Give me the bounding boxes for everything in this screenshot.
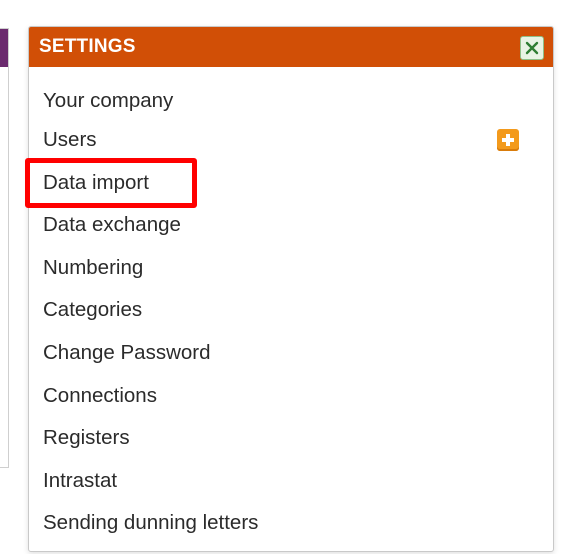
settings-header: SETTINGS [29,27,553,67]
background-panel [0,28,9,468]
menu-item-registers[interactable]: Registers [29,417,553,460]
settings-menu: Your company Users Data import Data exch… [29,67,553,545]
menu-item-your-company[interactable]: Your company [29,83,553,119]
menu-item-label: Sending dunning letters [43,511,259,535]
background-panel-header [0,29,8,67]
add-user-button[interactable] [497,129,519,151]
menu-item-label: Categories [43,298,143,322]
menu-item-intrastat[interactable]: Intrastat [29,460,553,503]
close-icon [525,41,539,55]
menu-item-label: Data exchange [43,213,181,237]
menu-item-data-exchange[interactable]: Data exchange [29,204,553,247]
menu-item-label: Your company [43,89,174,112]
menu-item-categories[interactable]: Categories [29,289,553,332]
menu-item-label: Connections [43,383,157,407]
settings-title: SETTINGS [39,36,136,57]
menu-item-sending-dunning-letters[interactable]: Sending dunning letters [29,502,553,545]
menu-item-connections[interactable]: Connections [29,375,553,418]
settings-dropdown: SETTINGS Your company Users Data import … [28,26,554,552]
menu-item-users[interactable]: Users [29,119,553,162]
menu-item-label: Users [43,128,97,151]
menu-item-label: Registers [43,426,130,450]
menu-item-change-password[interactable]: Change Password [29,332,553,375]
close-button[interactable] [520,36,544,60]
menu-item-numbering[interactable]: Numbering [29,247,553,290]
menu-item-label: Change Password [43,340,211,364]
menu-item-label: Intrastat [43,468,118,492]
menu-item-data-import[interactable]: Data import [29,162,553,205]
screen: SETTINGS Your company Users Data import … [0,0,583,554]
plus-icon [502,134,514,146]
menu-item-label: Data import [43,170,149,194]
menu-item-label: Numbering [43,255,144,279]
